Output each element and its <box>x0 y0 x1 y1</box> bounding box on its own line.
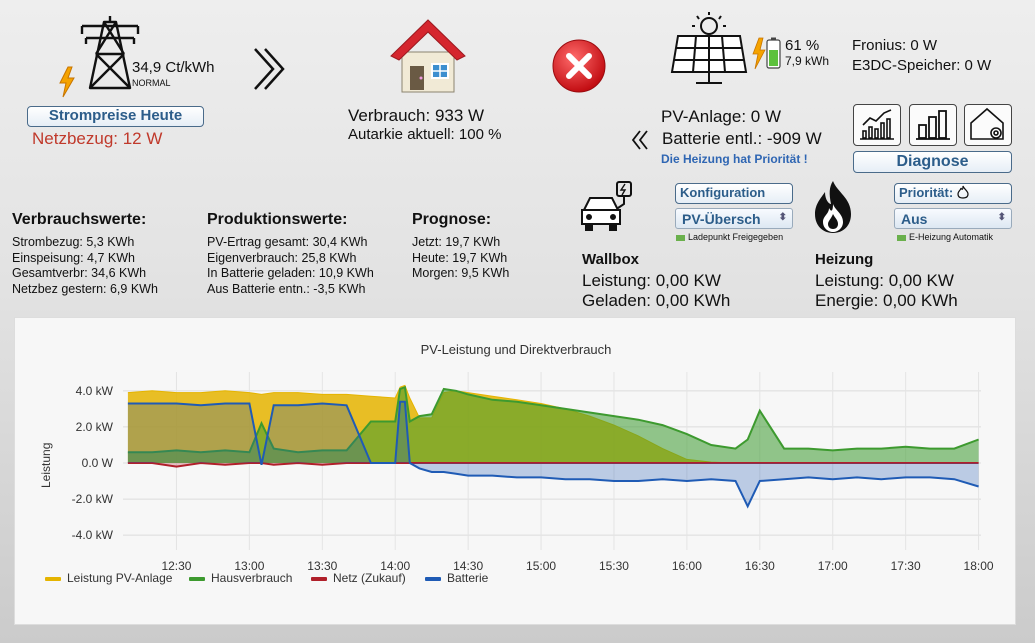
heizung-energie: Energie: 0,00 KWh <box>815 291 958 310</box>
legend-swatch <box>45 576 61 581</box>
legend-item-haus[interactable]: Hausverbrauch <box>189 571 292 585</box>
produktionswerte-title: Produktionswerte: <box>207 211 348 228</box>
select-arrow-icon: ⬍ <box>997 212 1006 223</box>
x-tick-label: 18:00 <box>964 559 994 573</box>
netzbezug-value: Netzbezug: 12 W <box>32 129 163 148</box>
pv-anlage-value: PV-Anlage: 0 W <box>661 107 782 126</box>
flame-small-icon <box>957 185 969 199</box>
lightning-icon <box>59 66 75 98</box>
error-close-icon <box>552 39 606 93</box>
x-tick-label: 16:00 <box>672 559 702 573</box>
heizung-mode-value: Aus <box>901 211 928 227</box>
chart-panel: PV-Leistung und Direktverbrauch 4.0 kW 2.… <box>14 317 1016 625</box>
heizung-status-label: E-Heizung Automatik <box>909 232 994 242</box>
prioritaet-button[interactable]: Priorität: <box>894 183 1012 204</box>
prognose-morgen: Morgen: 9,5 KWh <box>412 266 510 280</box>
bar-chart-button[interactable] <box>909 104 957 146</box>
strompreise-button[interactable]: Strompreise Heute <box>27 106 204 127</box>
status-swatch <box>676 234 685 241</box>
netzbezug-gestern-value: Netzbez gestern: 6,9 KWh <box>12 281 158 296</box>
prognose-heute: Heute: 19,7 KWh <box>412 250 508 265</box>
y-tick-label: -4.0 kW <box>72 528 114 542</box>
double-chevron-left-icon <box>631 130 648 150</box>
x-tick-label: 15:30 <box>599 559 629 573</box>
fronius-value: Fronius: 0 W <box>852 37 938 54</box>
x-tick-label: 17:30 <box>891 559 921 573</box>
status-swatch <box>897 234 906 241</box>
verbrauchswerte-title: Verbrauchswerte: <box>12 211 147 228</box>
produktionswerte-block: Produktionswerte: PV-Ertrag gesamt: 30,4… <box>207 211 407 297</box>
tariff-label: NORMAL <box>132 78 171 88</box>
line-chart-button[interactable] <box>853 104 901 146</box>
legend-label: Hausverbrauch <box>211 571 293 585</box>
wallbox-title: Wallbox <box>582 251 639 268</box>
ev-car-icon <box>581 181 632 231</box>
flame-icon <box>815 181 851 233</box>
eigenverbrauch-value: Eigenverbrauch: 25,8 KWh <box>207 250 357 265</box>
battery-charging-icon <box>752 37 781 70</box>
y-tick-label: 4.0 kW <box>76 384 114 398</box>
wallbox-leistung: Leistung: 0,00 KW <box>582 271 721 290</box>
x-tick-label: 17:00 <box>818 559 848 573</box>
prioritaet-label: Priorität: <box>899 185 954 200</box>
legend-swatch <box>189 576 205 581</box>
line-chart-icon <box>860 109 894 140</box>
house-icon <box>390 19 466 93</box>
x-tick-label: 15:00 <box>526 559 556 573</box>
battery-capacity: 7,9 kWh <box>785 54 830 68</box>
legend-label: Leistung PV-Anlage <box>67 571 173 585</box>
legend-item-pv[interactable]: Leistung PV-Anlage <box>45 571 172 585</box>
wallbox-mode-value: PV-Übersch <box>682 211 761 227</box>
wallbox-status-label: Ladepunkt Freigegeben <box>688 232 784 242</box>
legend-label: Netz (Zukauf) <box>333 571 406 585</box>
wallbox-geladen: Geladen: 0,00 KWh <box>582 291 731 310</box>
y-tick-label: 2.0 kW <box>76 420 114 434</box>
legend-item-netz[interactable]: Netz (Zukauf) <box>311 571 406 585</box>
prognose-block: Prognose: Jetzt: 19,7 KWh Heute: 19,7 KW… <box>412 211 572 282</box>
konfiguration-button[interactable]: Konfiguration <box>675 183 793 204</box>
priority-message: Die Heizung hat Priorität ! <box>661 152 808 166</box>
y-tick-label: -2.0 kW <box>72 492 114 506</box>
x-tick-label: 16:30 <box>745 559 775 573</box>
pv-ertrag-value: PV-Ertrag gesamt: 30,4 KWh <box>207 235 368 249</box>
diagnose-button[interactable]: Diagnose <box>853 151 1012 173</box>
select-arrow-icon: ⬍ <box>778 212 787 223</box>
gesamtverbrauch-value: Gesamtverbr: 34,6 KWh <box>12 266 147 280</box>
verbrauchswerte-block: Verbrauchswerte: Strombezug: 5,3 KWh Ein… <box>12 211 202 297</box>
wallbox-mode-select[interactable]: PV-Übersch ⬍ <box>675 208 793 229</box>
heizung-status-legend: E-Heizung Automatik <box>897 232 993 242</box>
batterie-geladen-value: In Batterie geladen: 10,9 KWh <box>207 266 374 280</box>
electricity-price: 34,9 Ct/kWh <box>132 59 215 76</box>
legend-item-batterie[interactable]: Batterie <box>425 571 488 585</box>
legend-swatch <box>425 576 441 581</box>
battery-soc: 61 % <box>785 37 820 54</box>
einspeisung-value: Einspeisung: 4,7 KWh <box>12 250 135 265</box>
solar-panel-icon <box>670 12 748 84</box>
strombezug-value: Strombezug: 5,3 KWh <box>12 235 135 249</box>
double-chevron-right-icon <box>254 48 285 90</box>
verbrauch-value: Verbrauch: 933 W <box>348 106 485 125</box>
y-tick-label: 0.0 W <box>82 456 114 470</box>
batterie-value: Batterie entl.: -909 W <box>662 129 822 148</box>
autarkie-value: Autarkie aktuell: 100 % <box>348 126 502 143</box>
heizung-title: Heizung <box>815 251 874 268</box>
smart-home-icon <box>970 107 1004 140</box>
batterie-entnommen-value: Aus Batterie entn.: -3,5 KWh <box>207 281 366 296</box>
e3dc-value: E3DC-Speicher: 0 W <box>852 57 992 74</box>
prognose-title: Prognose: <box>412 211 492 228</box>
bar-chart-icon <box>916 110 950 140</box>
legend-label: Batterie <box>447 571 489 585</box>
prognose-jetzt: Jetzt: 19,7 KWh <box>412 235 501 249</box>
smart-home-button[interactable] <box>964 104 1012 146</box>
heizung-leistung: Leistung: 0,00 KW <box>815 271 954 290</box>
heizung-mode-select[interactable]: Aus ⬍ <box>894 208 1012 229</box>
wallbox-status-legend: Ladepunkt Freigegeben <box>676 232 783 242</box>
y-axis-label: Leistung <box>39 442 53 488</box>
legend-swatch <box>311 576 327 581</box>
